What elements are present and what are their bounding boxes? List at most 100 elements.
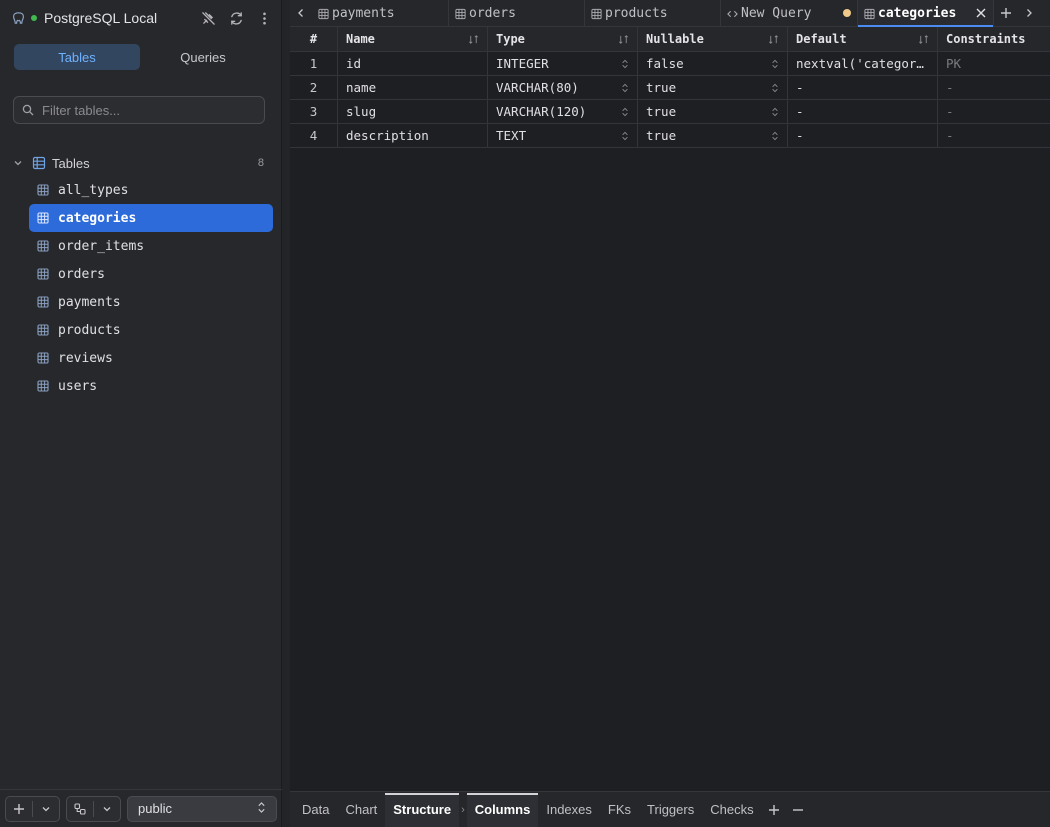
- table-row[interactable]: 3 slug VARCHAR(120) true - -: [290, 100, 1050, 124]
- bottom-tab-structure[interactable]: Structure: [385, 792, 460, 827]
- sort-icon[interactable]: [918, 34, 929, 45]
- sidebar-table-payments[interactable]: payments: [29, 288, 273, 316]
- remove-column-icon[interactable]: [786, 795, 810, 825]
- database-switch-icon[interactable]: [67, 797, 93, 821]
- stepper-icon[interactable]: [771, 131, 779, 141]
- filter-tables-input[interactable]: [42, 102, 252, 118]
- chevron-left-icon[interactable]: [290, 0, 312, 26]
- table-icon: [37, 296, 49, 308]
- more-options-icon[interactable]: [256, 10, 272, 26]
- cell-nullable[interactable]: true: [638, 100, 788, 123]
- column-header-label: Nullable: [646, 32, 704, 46]
- tab-categories[interactable]: categories: [858, 0, 994, 27]
- cell-default[interactable]: -: [788, 100, 938, 123]
- stepper-icon[interactable]: [621, 59, 629, 69]
- refresh-icon[interactable]: [228, 10, 244, 26]
- stepper-icon[interactable]: [771, 107, 779, 117]
- column-header-type[interactable]: Type: [488, 27, 638, 51]
- bottom-tab-checks[interactable]: Checks: [702, 793, 761, 827]
- sort-icon[interactable]: [468, 34, 479, 45]
- column-header-constraints[interactable]: Constraints: [938, 27, 1050, 51]
- cell-name[interactable]: slug: [338, 100, 488, 123]
- cell-num[interactable]: 1: [290, 52, 338, 75]
- sidebar-table-all-types[interactable]: all_types: [29, 176, 273, 204]
- cell-num[interactable]: 2: [290, 76, 338, 99]
- table-icon: [37, 212, 49, 224]
- tab-queries[interactable]: Queries: [140, 44, 266, 70]
- tab-label: products: [605, 5, 668, 21]
- tab-label: orders: [469, 5, 516, 21]
- stepper-icon[interactable]: [771, 59, 779, 69]
- chevron-down-icon[interactable]: [33, 797, 59, 821]
- sort-icon[interactable]: [618, 34, 629, 45]
- sidebar-table-products[interactable]: products: [29, 316, 273, 344]
- bottom-tab-triggers[interactable]: Triggers: [639, 793, 702, 827]
- stepper-icon[interactable]: [621, 131, 629, 141]
- bottom-tab-columns[interactable]: Columns: [466, 792, 539, 827]
- tab-tables[interactable]: Tables: [14, 44, 140, 70]
- tab-label: categories: [878, 5, 957, 21]
- cell-num[interactable]: 3: [290, 100, 338, 123]
- bottom-tab-chart[interactable]: Chart: [337, 793, 385, 827]
- cell-nullable[interactable]: true: [638, 124, 788, 147]
- column-header-name[interactable]: Name: [338, 27, 488, 51]
- cell-value: INTEGER: [496, 56, 549, 71]
- table-row[interactable]: 2 name VARCHAR(80) true - -: [290, 76, 1050, 100]
- cell-nullable[interactable]: true: [638, 76, 788, 99]
- cell-name[interactable]: description: [338, 124, 488, 147]
- sort-icon[interactable]: [768, 34, 779, 45]
- cell-name[interactable]: id: [338, 52, 488, 75]
- sidebar-table-orders[interactable]: orders: [29, 260, 273, 288]
- bottom-tab-fks[interactable]: FKs: [600, 793, 639, 827]
- add-tab-icon[interactable]: [994, 0, 1018, 26]
- add-icon[interactable]: [6, 797, 32, 821]
- sidebar-resize-handle[interactable]: [282, 0, 290, 827]
- stepper-icon[interactable]: [621, 83, 629, 93]
- table-name: products: [58, 322, 121, 338]
- table-row[interactable]: 1 id INTEGER false nextval('categori… PK: [290, 52, 1050, 76]
- cell-name[interactable]: name: [338, 76, 488, 99]
- cell-constraints[interactable]: -: [938, 76, 1050, 99]
- schema-select[interactable]: public: [127, 795, 277, 822]
- stepper-icon[interactable]: [771, 83, 779, 93]
- chevron-right-icon[interactable]: [1018, 0, 1040, 26]
- add-connection-group: [5, 795, 60, 822]
- cell-type[interactable]: INTEGER: [488, 52, 638, 75]
- bottom-tab-data[interactable]: Data: [294, 793, 337, 827]
- column-header-nullable[interactable]: Nullable: [638, 27, 788, 51]
- cell-value: true: [646, 104, 677, 119]
- disconnect-icon[interactable]: [200, 10, 216, 26]
- sidebar-table-order-items[interactable]: order_items: [29, 232, 273, 260]
- tab-orders[interactable]: orders: [449, 0, 585, 26]
- tables-group-header[interactable]: Tables 8: [12, 150, 270, 176]
- sidebar-table-users[interactable]: users: [29, 372, 273, 400]
- bottom-tab-indexes[interactable]: Indexes: [538, 793, 600, 827]
- cell-nullable[interactable]: false: [638, 52, 788, 75]
- cell-value: true: [646, 80, 677, 95]
- sidebar-table-reviews[interactable]: reviews: [29, 344, 273, 372]
- cell-default[interactable]: -: [788, 124, 938, 147]
- cell-type[interactable]: TEXT: [488, 124, 638, 147]
- column-header-default[interactable]: Default: [788, 27, 938, 51]
- tab-new-query[interactable]: New Query: [721, 0, 858, 26]
- cell-num[interactable]: 4: [290, 124, 338, 147]
- cell-default[interactable]: nextval('categori…: [788, 52, 938, 75]
- tab-products[interactable]: products: [585, 0, 721, 26]
- column-header-index[interactable]: #: [290, 27, 338, 51]
- cell-type[interactable]: VARCHAR(80): [488, 76, 638, 99]
- cell-default[interactable]: -: [788, 76, 938, 99]
- stepper-icon[interactable]: [621, 107, 629, 117]
- sidebar-table-categories[interactable]: categories: [29, 204, 273, 232]
- chevron-down-icon[interactable]: [94, 797, 120, 821]
- cell-constraints[interactable]: -: [938, 124, 1050, 147]
- tab-payments[interactable]: payments: [312, 0, 449, 26]
- close-icon[interactable]: [975, 7, 987, 19]
- table-row[interactable]: 4 description TEXT true - -: [290, 124, 1050, 148]
- cell-constraints[interactable]: PK: [938, 52, 1050, 75]
- chevron-down-icon[interactable]: [12, 158, 24, 168]
- add-column-icon[interactable]: [762, 795, 786, 825]
- cell-constraints[interactable]: -: [938, 100, 1050, 123]
- cell-type[interactable]: VARCHAR(120): [488, 100, 638, 123]
- column-header-label: Default: [796, 32, 847, 46]
- table-icon: [318, 8, 329, 19]
